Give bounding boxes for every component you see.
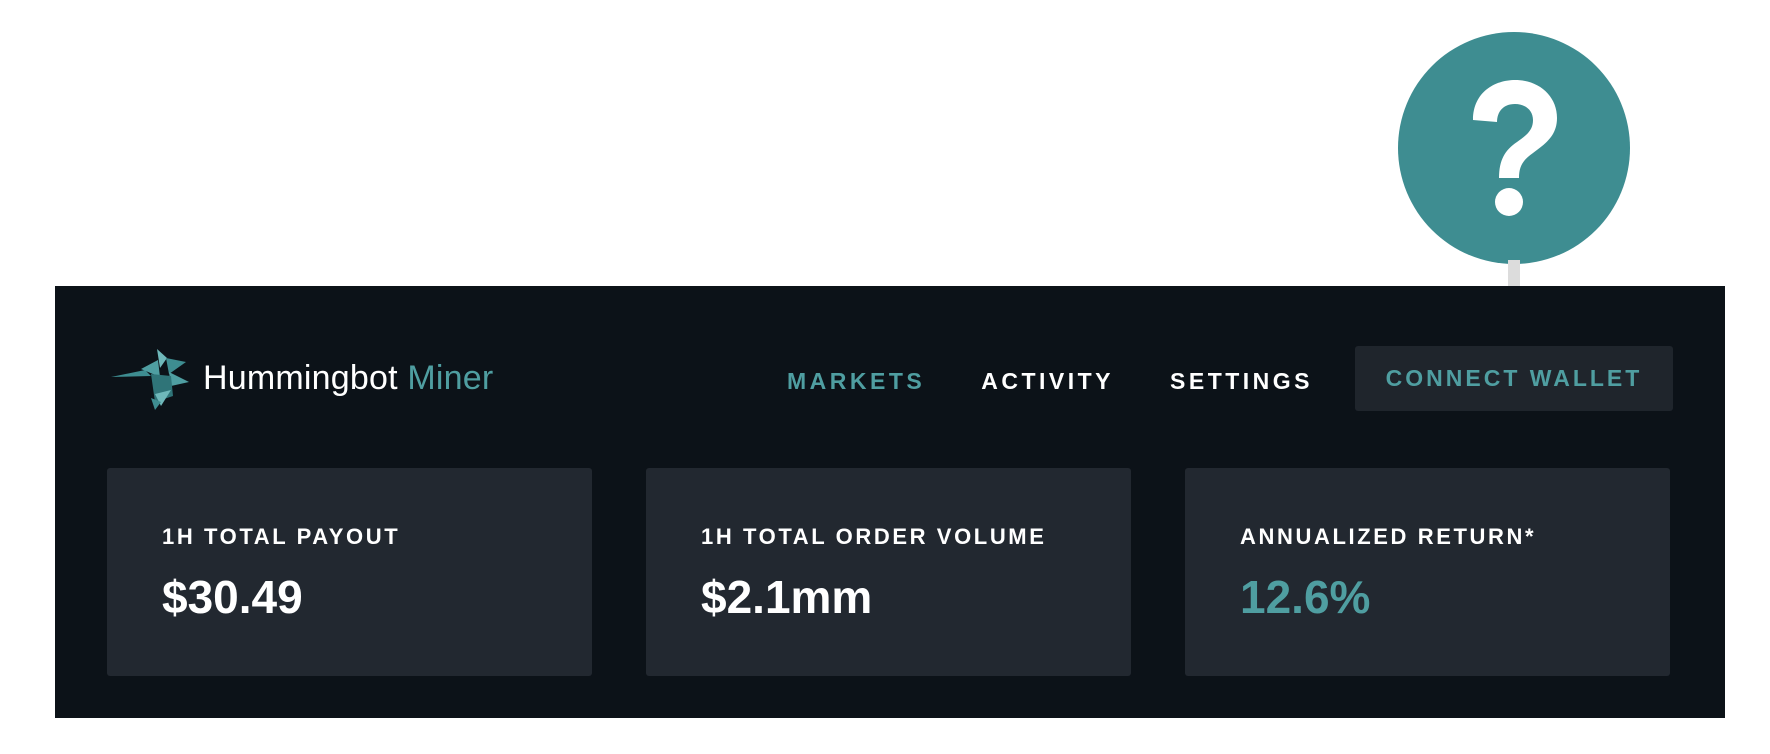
question-mark-icon — [1473, 80, 1557, 216]
screenshot-canvas: Hummingbot Miner MARKETS ACTIVITY SETTIN… — [0, 0, 1770, 754]
brand-name: Hummingbot Miner — [203, 359, 493, 398]
stat-label: ANNUALIZED RETURN* — [1240, 524, 1537, 549]
stat-label: 1H TOTAL ORDER VOLUME — [701, 524, 1047, 549]
brand-name-primary: Hummingbot — [203, 358, 398, 397]
help-circle — [1398, 32, 1630, 264]
stat-label: 1H TOTAL PAYOUT — [162, 524, 401, 549]
stats-cards: 1H TOTAL PAYOUT $30.49 1H TOTAL ORDER VO… — [107, 468, 1670, 676]
nav-links: MARKETS ACTIVITY SETTINGS — [787, 368, 1313, 395]
stat-card-annualized-return: ANNUALIZED RETURN* 12.6% — [1185, 468, 1670, 676]
app-panel: Hummingbot Miner MARKETS ACTIVITY SETTIN… — [55, 286, 1725, 718]
navbar: Hummingbot Miner MARKETS ACTIVITY SETTIN… — [55, 286, 1725, 418]
stat-value: $30.49 — [162, 571, 303, 623]
brand-name-accent: Miner — [407, 358, 494, 397]
nav-item-settings[interactable]: SETTINGS — [1170, 368, 1313, 395]
connect-wallet-button[interactable]: CONNECT WALLET — [1355, 346, 1673, 411]
stat-value: $2.1mm — [701, 571, 873, 623]
stat-card-order-volume: 1H TOTAL ORDER VOLUME $2.1mm — [646, 468, 1131, 676]
stat-card-payout: 1H TOTAL PAYOUT $30.49 — [107, 468, 592, 676]
nav-item-activity[interactable]: ACTIVITY — [981, 368, 1114, 395]
nav-item-markets[interactable]: MARKETS — [787, 368, 925, 395]
stat-value: 12.6% — [1240, 571, 1371, 623]
hummingbird-logo-icon — [111, 349, 189, 410]
brand[interactable]: Hummingbot Miner — [111, 346, 493, 410]
